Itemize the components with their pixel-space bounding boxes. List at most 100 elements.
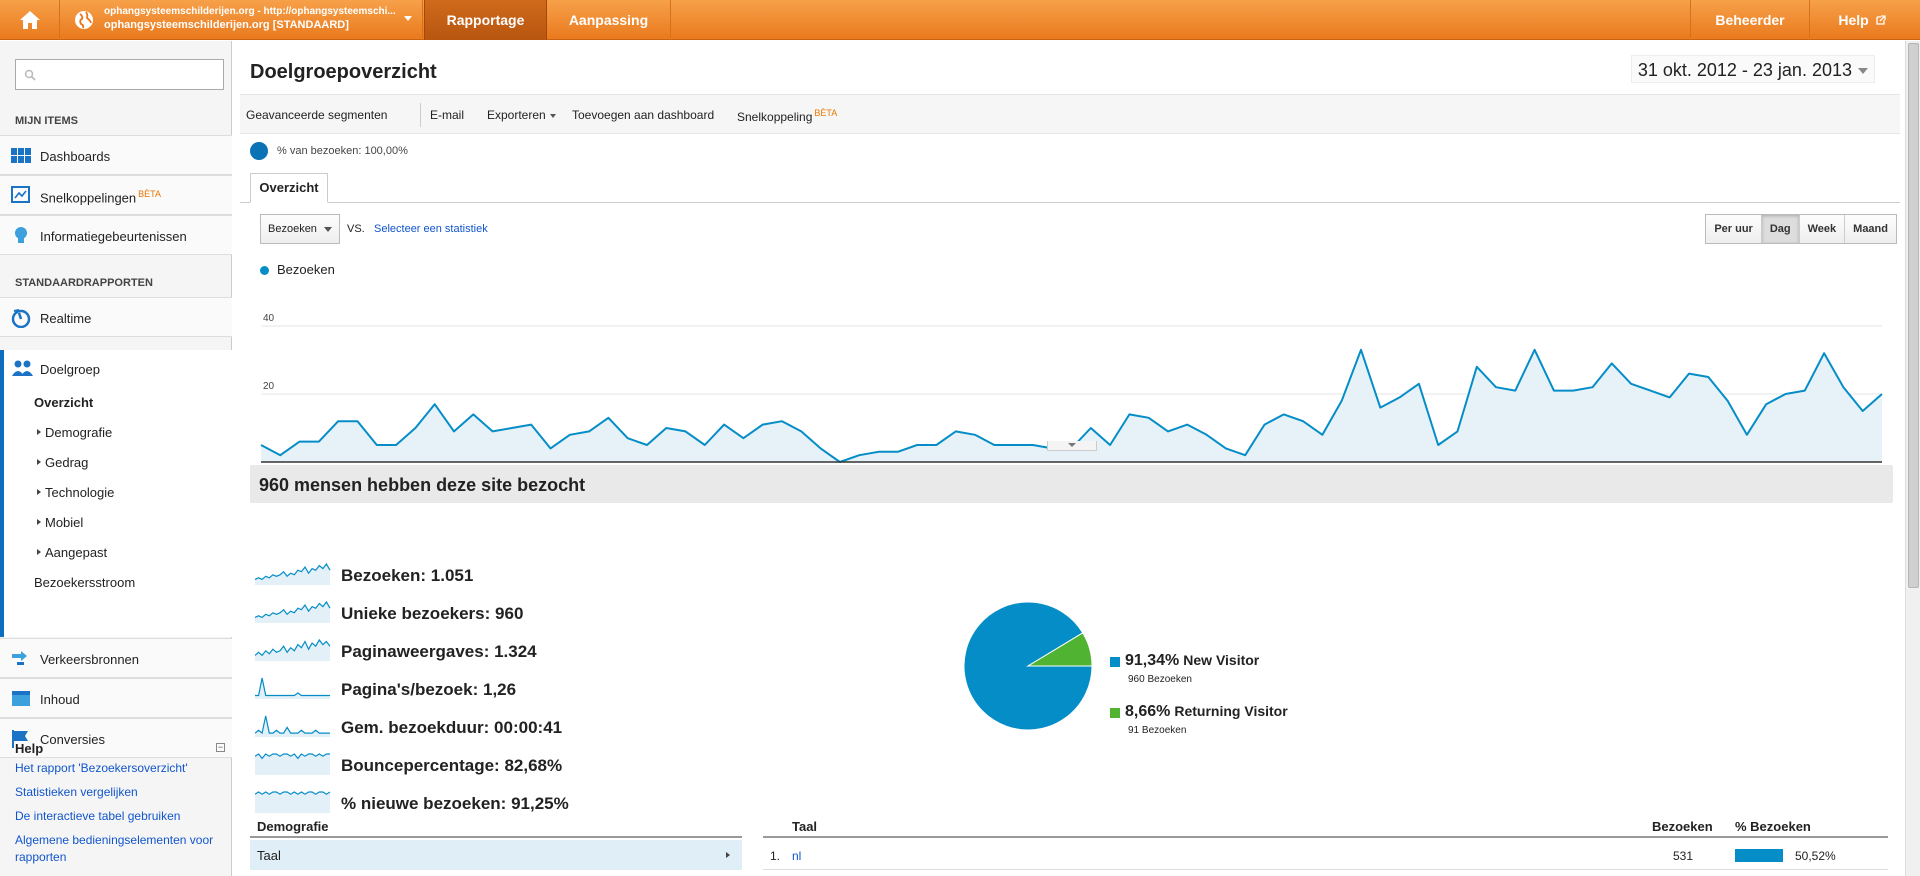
period-dag-button[interactable]: Dag (1761, 215, 1800, 243)
page-scrollbar[interactable] (1905, 41, 1920, 876)
metric-sparkline (255, 791, 331, 813)
chevron-down-icon (1068, 443, 1076, 447)
metric-select[interactable]: Bezoeken (260, 214, 340, 244)
sidebar-item-verkeersbronnen[interactable]: Verkeersbronnen (0, 638, 232, 678)
export-button[interactable]: Exporteren (487, 108, 556, 122)
beta-badge: BÈTA (138, 189, 161, 199)
realtime-clock-icon (11, 309, 31, 328)
select-statistic-link[interactable]: Selecteer een statistiek (374, 223, 488, 235)
chevron-down-icon (324, 227, 332, 232)
metric-value: 960 (495, 604, 524, 623)
shortcut-button[interactable]: Snelkoppeling BÈTA (737, 108, 837, 124)
sidebar-subitem-mobiel[interactable]: Mobiel (37, 515, 83, 530)
demografie-row-taal[interactable]: Taal (250, 840, 742, 870)
y-tick-label: 20 (263, 381, 275, 392)
lightbulb-icon (15, 227, 27, 243)
pie-legend-percentage: 8,66% (1125, 703, 1171, 720)
scrollbar-thumb[interactable] (1908, 43, 1919, 588)
my-items-heading: MIJN ITEMS (15, 115, 78, 127)
home-button[interactable] (0, 0, 60, 40)
collapse-icon[interactable]: − (216, 743, 225, 752)
help-link-vergelijken[interactable]: Statistieken vergelijken (15, 784, 230, 801)
metric-label: % nieuwe bezoeken: 91,25% (341, 794, 569, 814)
globe-icon (75, 11, 93, 29)
sidebar-item-label: Verkeersbronnen (40, 652, 140, 667)
help-link-interactieve-tabel[interactable]: De interactieve tabel gebruiken (15, 808, 230, 825)
sidebar-item-label-wrap: Snelkoppelingen BÈTA (40, 189, 161, 205)
tab-aanpassing[interactable]: Aanpassing (547, 0, 671, 40)
metric-sparkline (255, 715, 330, 737)
visitors-banner: 960 mensen hebben deze site bezocht (250, 465, 1893, 503)
chevron-right-icon (37, 548, 41, 555)
chevron-right-icon (37, 458, 41, 465)
shortcut-label: Snelkoppeling (737, 110, 813, 124)
metric-value: 1.324 (494, 642, 537, 661)
metric-name: Pagina's/bezoek: (341, 680, 479, 699)
add-to-dashboard-button[interactable]: Toevoegen aan dashboard (572, 108, 714, 122)
sidebar-item-label: Inhoud (40, 692, 80, 707)
email-button[interactable]: E-mail (430, 108, 464, 122)
sidebar-item-doelgroep[interactable]: Doelgroep (40, 362, 100, 377)
legend-series-name: Bezoeken (277, 262, 335, 277)
sidebar-subitem-demografie[interactable]: Demografie (37, 425, 112, 440)
help-link-bezoekersoverzicht[interactable]: Het rapport 'Bezoekersoverzicht' (15, 760, 230, 777)
metric-value: 00:00:41 (494, 718, 563, 737)
help-link[interactable]: Help (1810, 0, 1914, 40)
legend-dot (260, 266, 269, 275)
y-tick-label: 40 (263, 313, 275, 324)
metric-label: Bouncepercentage: 82,68% (341, 756, 562, 776)
sidebar-subitem-aangepast[interactable]: Aangepast (37, 545, 107, 560)
metric-sparkline (255, 600, 331, 623)
chevron-right-icon (726, 852, 730, 858)
sidebar-item-informatiegebeurtenissen[interactable]: Informatiegebeurtenissen (0, 215, 232, 255)
export-label: Exporteren (487, 108, 546, 122)
admin-link[interactable]: Beheerder (1690, 0, 1810, 40)
sidebar-subitem-technologie[interactable]: Technologie (37, 485, 114, 500)
pie-legend-name: New Visitor (1183, 652, 1260, 668)
tab-overzicht[interactable]: Overzicht (250, 173, 328, 203)
pie-legend-visits: 91 Bezoeken (1128, 725, 1187, 736)
help-title: Help (15, 741, 44, 756)
sidebar-subitem-label: Demografie (45, 425, 113, 440)
sidebar-item-realtime[interactable]: Realtime (0, 297, 232, 337)
sidebar-subitem-bezoekersstroom[interactable]: Bezoekersstroom (34, 575, 135, 590)
metric-sparkline (255, 753, 330, 775)
help-link-bedieningselementen[interactable]: Algemene bedieningselementen voor rappor… (15, 832, 230, 866)
tab-rapportage[interactable]: Rapportage (424, 0, 547, 40)
page-title: Doelgroepoverzicht (250, 61, 437, 83)
sidebar-item-label: Snelkoppelingen (40, 190, 137, 206)
period-week-button[interactable]: Week (1800, 215, 1846, 243)
metric-value: 82,68% (504, 756, 563, 775)
chart-collapse-handle[interactable] (1047, 441, 1097, 451)
sidebar: MIJN ITEMS Dashboards Snelkoppelingen BÈT… (0, 41, 232, 876)
standard-reports-heading: STANDAARDRAPPORTEN (15, 277, 153, 289)
language-link[interactable]: nl (792, 849, 801, 863)
table-row: 1. nl 531 50,52% (763, 840, 1888, 870)
sidebar-item-dashboards[interactable]: Dashboards (0, 135, 232, 175)
metric-name: Unieke bezoekers: (341, 604, 491, 623)
taal-table-header: Taal Bezoeken % Bezoeken (763, 814, 1888, 838)
sidebar-item-snelkoppelingen[interactable]: Snelkoppelingen BÈTA (0, 175, 232, 215)
sidebar-section-doelgroep: Doelgroep Overzicht Demografie Gedrag Te… (0, 350, 232, 637)
period-maand-button[interactable]: Maand (1845, 215, 1896, 243)
metric-value: 91,25% (511, 794, 569, 813)
metric-name: % nieuwe bezoeken: (341, 794, 507, 813)
metric-label: Unieke bezoekers: 960 (341, 604, 523, 624)
metric-name: Paginaweergaves: (341, 642, 490, 661)
beta-badge: BÈTA (814, 108, 838, 118)
content-page-icon (12, 691, 30, 706)
search-input[interactable] (15, 59, 224, 90)
account-selector[interactable]: ophangsysteemschilderijen.org - http://o… (60, 0, 423, 40)
sidebar-subitem-gedrag[interactable]: Gedrag (37, 455, 88, 470)
sidebar-subitem-label: Mobiel (45, 515, 84, 530)
sidebar-item-inhoud[interactable]: Inhoud (0, 678, 232, 718)
sidebar-subitem-overzicht[interactable]: Overzicht (34, 395, 93, 410)
date-range-picker[interactable]: 31 okt. 2012 - 23 jan. 2013 (1630, 55, 1875, 83)
audience-people-icon (12, 360, 33, 376)
advanced-segments-button[interactable]: Geavanceerde segmenten (246, 108, 387, 122)
period-per-uur-button[interactable]: Per uur (1706, 215, 1762, 243)
sidebar-subitem-label: Gedrag (45, 455, 89, 470)
period-button-group: Per uur Dag Week Maand (1705, 214, 1897, 244)
sidebar-subitem-label: Aangepast (45, 545, 108, 560)
demografie-row-label: Taal (257, 848, 281, 863)
